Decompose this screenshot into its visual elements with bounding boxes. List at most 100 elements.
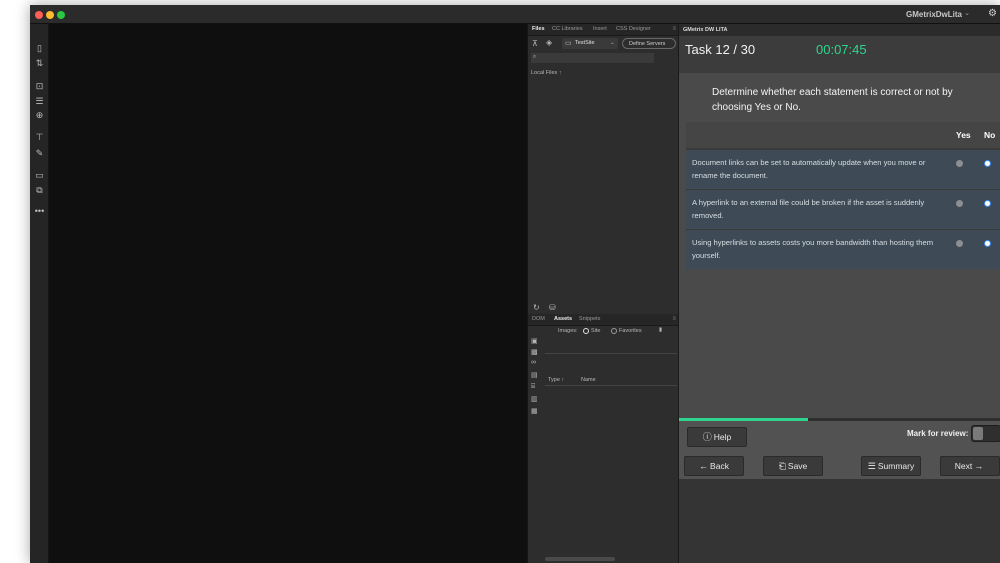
tab-assets[interactable]: Assets	[554, 316, 572, 322]
gmetrix-header: GMetrix DW LITA	[679, 24, 1000, 36]
summary-button[interactable]: ☰ Summary	[861, 456, 921, 476]
files-tab-bar: Files CC Libraries Insert CSS Designer ≡	[528, 24, 679, 36]
more-icon[interactable]: •••	[33, 205, 46, 217]
git-icon[interactable]: ◈	[546, 38, 552, 47]
save-label: Save	[787, 461, 808, 471]
statement-text: Using hyperlinks to assets costs you mor…	[692, 238, 934, 260]
help-label: Help	[713, 432, 732, 442]
radio-yes[interactable]	[956, 200, 963, 207]
panel-menu-icon[interactable]: ≡	[672, 26, 676, 32]
link-icon[interactable]: ∞	[531, 359, 536, 366]
wrap-icon[interactable]: ⧉	[33, 184, 46, 196]
summary-label: Summary	[877, 461, 915, 471]
new-document-icon[interactable]: ▯	[33, 42, 46, 54]
tab-insert[interactable]: Insert	[593, 26, 607, 32]
scripts-icon[interactable]: ⌸	[531, 383, 535, 391]
search-icon: ⌕	[533, 54, 537, 60]
connect-icon[interactable]: ⊼	[532, 39, 538, 48]
task-counter: Task 12 / 30	[685, 42, 756, 57]
col-name[interactable]: Name	[581, 377, 596, 383]
comment-icon[interactable]: ▭	[33, 169, 46, 181]
define-servers-button[interactable]: Define Servers	[622, 38, 676, 49]
app-title[interactable]: GMetrixDwLita	[906, 10, 962, 19]
radio-no[interactable]	[984, 240, 991, 247]
task-instruction: Determine whether each statement is corr…	[712, 87, 953, 113]
panel-menu-icon[interactable]: ≡	[672, 316, 676, 322]
statement-text: Document links can be set to automatical…	[692, 158, 926, 180]
col-type[interactable]: Type ↑	[548, 377, 564, 383]
divider	[545, 353, 677, 354]
library-icon[interactable]: ▦	[531, 407, 538, 415]
images-icon[interactable]: ▣	[531, 337, 538, 345]
site-select[interactable]: ▭ TestSite ⌄	[562, 38, 618, 49]
back-label: Back	[710, 461, 729, 471]
radio-no[interactable]	[984, 200, 991, 207]
trash-icon[interactable]: ▮	[659, 327, 662, 333]
images-label: Images:	[558, 328, 578, 334]
help-icon: ⓘ	[702, 432, 712, 442]
tab-css-designer[interactable]: CSS Designer	[616, 26, 651, 32]
title-bar: GMetrixDwLita ⌄ ⚙	[30, 5, 1000, 24]
gmetrix-panel: GMetrix DW LITA Task 12 / 30 00:07:45 De…	[678, 24, 1000, 563]
statement-text: A hyperlink to an external file could be…	[692, 198, 925, 220]
document-canvas[interactable]	[49, 24, 527, 563]
files-panel: Files CC Libraries Insert CSS Designer ≡…	[527, 24, 679, 563]
timer: 00:07:45	[816, 42, 867, 57]
save-button[interactable]: ⎗ Save	[763, 456, 823, 476]
folder-icon: ▭	[565, 40, 572, 47]
gmetrix-lower-area	[679, 479, 1000, 563]
brush-icon[interactable]: ✎	[33, 147, 46, 159]
chevron-down-icon[interactable]: ⌄	[964, 9, 970, 17]
close-window-button[interactable]	[35, 11, 43, 19]
radio-site-label: Site	[591, 328, 601, 334]
maximize-window-button[interactable]	[57, 11, 65, 19]
tab-cc-libraries[interactable]: CC Libraries	[552, 26, 583, 32]
bookmark-icon: ⎗	[778, 461, 786, 471]
minimize-window-button[interactable]	[46, 11, 54, 19]
define-servers-label: Define Servers	[629, 41, 666, 47]
site-select-value: TestSite	[575, 40, 595, 46]
tab-files[interactable]: Files	[532, 26, 545, 32]
radio-site[interactable]	[583, 328, 589, 334]
swap-icon[interactable]: ⇅	[33, 57, 46, 69]
mark-for-review-label: Mark for review:	[907, 429, 969, 438]
radio-yes[interactable]	[956, 240, 963, 247]
arrow-right-icon: →	[974, 461, 984, 471]
toggle-knob	[973, 427, 983, 440]
colors-icon[interactable]: ▩	[531, 348, 538, 356]
horizontal-scrollbar[interactable]	[545, 557, 615, 561]
statement-row: A hyperlink to an external file could be…	[686, 190, 1000, 229]
refresh-icon[interactable]: ↻	[533, 303, 540, 312]
app-window: GMetrixDwLita ⌄ ⚙ ▯ ⇅ ⊡ ☰ ⊕ ⊤ ✎ ▭ ⧉ ••• …	[30, 5, 1000, 563]
matrix-header: Yes No	[686, 122, 1000, 149]
file-search-input[interactable]: ⌕	[531, 53, 654, 63]
tab-snippets[interactable]: Snippets	[579, 316, 600, 322]
target-icon[interactable]: ⊕	[33, 109, 46, 121]
inspect-icon[interactable]: ⊡	[33, 80, 46, 92]
local-files-header[interactable]: Local Files ↑	[531, 70, 562, 76]
list-icon: ☰	[867, 461, 876, 471]
tool-strip: ▯ ⇅ ⊡ ☰ ⊕ ⊤ ✎ ▭ ⧉ •••	[30, 24, 49, 563]
gear-icon[interactable]: ⚙	[988, 8, 997, 19]
next-label: Next	[954, 461, 973, 471]
gmetrix-title: GMetrix DW LITA	[683, 27, 728, 33]
radio-no[interactable]	[984, 160, 991, 167]
sync-icon[interactable]: ⛁	[549, 303, 556, 312]
yes-no-matrix: Yes No Document links can be set to auto…	[686, 122, 1000, 269]
format-icon[interactable]: ⊤	[33, 131, 46, 143]
mark-for-review-toggle[interactable]	[971, 425, 1000, 442]
assets-tab-bar: DOM Assets Snippets ≡	[528, 314, 679, 326]
asset-category-strip: ▣ ▩ ∞ ▤ ⌸ ▥ ▦	[531, 337, 541, 417]
media-icon[interactable]: ▤	[531, 371, 538, 379]
radio-yes[interactable]	[956, 160, 963, 167]
statement-row: Document links can be set to automatical…	[686, 150, 1000, 189]
tab-dom[interactable]: DOM	[532, 316, 545, 322]
templates-icon[interactable]: ▥	[531, 395, 538, 403]
indent-icon[interactable]: ☰	[33, 95, 46, 107]
back-button[interactable]: ← Back	[684, 456, 744, 476]
col-no: No	[984, 130, 996, 140]
radio-favorites[interactable]	[611, 328, 617, 334]
help-button[interactable]: ⓘ Help	[687, 427, 747, 447]
chevron-down-icon: ⌄	[610, 40, 615, 46]
next-button[interactable]: Next →	[940, 456, 1000, 476]
